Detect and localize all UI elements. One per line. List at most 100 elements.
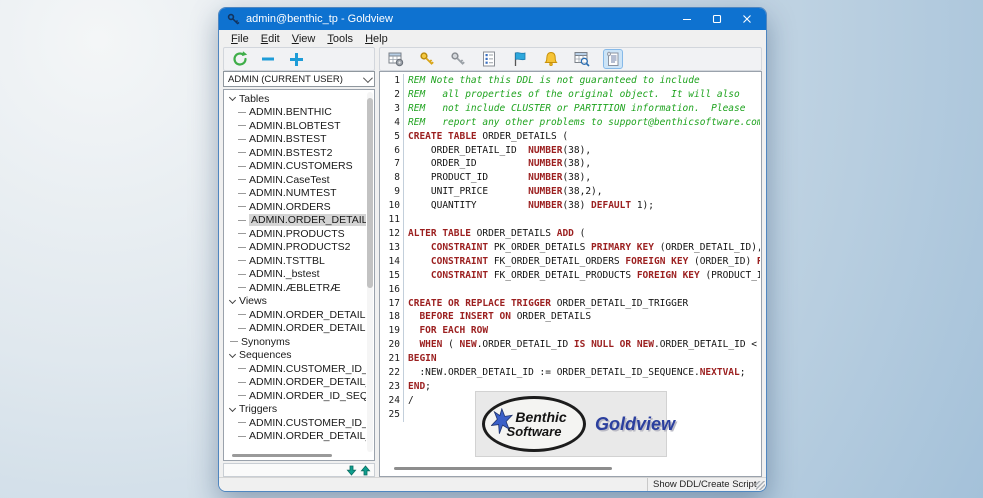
- tree-item-admin-customer-id-seq[interactable]: ADMIN.CUSTOMER_ID_SEQ: [224, 362, 366, 376]
- code-line: 8 PRODUCT_ID NUMBER(38),: [380, 171, 760, 185]
- silver-key-icon[interactable]: [448, 49, 468, 69]
- statusbar-mode: Show DDL/Create Script: [647, 478, 766, 491]
- bell-icon[interactable]: [541, 49, 561, 69]
- tree-item-admin-order-details-vie[interactable]: ADMIN.ORDER_DETAILS_VIE: [224, 322, 366, 336]
- line-text: [404, 213, 414, 227]
- editor-horizontal-scrollbar[interactable]: [394, 467, 612, 470]
- line-text: WHEN ( NEW.ORDER_DETAIL_ID IS NULL OR NE…: [404, 338, 760, 352]
- close-button[interactable]: [732, 10, 762, 28]
- line-number: 1: [380, 74, 404, 88]
- line-number: 23: [380, 380, 404, 394]
- line-text: ORDER_DETAIL_ID NUMBER(38),: [404, 144, 591, 158]
- object-tree[interactable]: TablesADMIN.BENTHICADMIN.BLOBTESTADMIN.B…: [223, 89, 375, 461]
- tree-item-admin-order-detail-id-t[interactable]: ADMIN.ORDER_DETAIL_ID_T: [224, 430, 366, 444]
- tree-item-admin-bstest[interactable]: ADMIN._bstest: [224, 268, 366, 282]
- menu-item-file[interactable]: File: [225, 32, 255, 46]
- menubar: FileEditViewToolsHelp: [219, 30, 766, 47]
- tree-label: ADMIN.ORDER_DETAIL_ID_S: [249, 376, 366, 388]
- tree-group-tables[interactable]: Tables: [224, 92, 366, 106]
- line-text: END;: [404, 380, 431, 394]
- tree-group-sequences[interactable]: Sequences: [224, 349, 366, 363]
- tree-item-admin-customers[interactable]: ADMIN.CUSTOMERS: [224, 160, 366, 174]
- line-number: 16: [380, 283, 404, 297]
- tree-item-admin-blobtest[interactable]: ADMIN.BLOBTEST: [224, 119, 366, 133]
- tree-label: ADMIN.ORDER_DETAIL_ID_T: [249, 430, 366, 442]
- menu-item-edit[interactable]: Edit: [255, 32, 286, 46]
- line-text: ALTER TABLE ORDER_DETAILS ADD (: [404, 227, 585, 241]
- tree-item-admin-products2[interactable]: ADMIN.PRODUCTS2: [224, 241, 366, 255]
- tree-label: ADMIN.BSTEST: [249, 133, 327, 145]
- tree-item-admin-benthic[interactable]: ADMIN.BENTHIC: [224, 106, 366, 120]
- line-text: CONSTRAINT FK_ORDER_DETAIL_PRODUCTS FORE…: [404, 269, 760, 283]
- logo-product-name: Goldview: [595, 414, 675, 435]
- table-search-icon[interactable]: [572, 49, 592, 69]
- tree-line: [238, 274, 246, 275]
- toolbar: [219, 47, 766, 71]
- line-text: :NEW.ORDER_DETAIL_ID := ORDER_DETAIL_ID_…: [404, 366, 745, 380]
- tree-item-admin-bstest[interactable]: ADMIN.BSTEST: [224, 133, 366, 147]
- tree-item-admin-numtest[interactable]: ADMIN.NUMTEST: [224, 187, 366, 201]
- flag-icon[interactable]: [510, 49, 530, 69]
- schema-select[interactable]: ADMIN (CURRENT USER): [223, 71, 375, 87]
- maximize-button[interactable]: [702, 10, 732, 28]
- tree-label: Views: [239, 295, 267, 307]
- tree-item-admin-orders[interactable]: ADMIN.ORDERS: [224, 200, 366, 214]
- statusbar-text: Show DDL/Create Script: [653, 479, 756, 490]
- tree-item-admin-order-details-vie[interactable]: ADMIN.ORDER_DETAILS_VIE: [224, 308, 366, 322]
- line-number: 5: [380, 130, 404, 144]
- tree-group-synonyms[interactable]: Synonyms: [224, 335, 366, 349]
- tree-item-admin-order-id-sequen[interactable]: ADMIN.ORDER_ID_SEQUEN: [224, 389, 366, 403]
- tree-item-admin-order-detail-id-s[interactable]: ADMIN.ORDER_DETAIL_ID_S: [224, 376, 366, 390]
- minimize-button[interactable]: [672, 10, 702, 28]
- menu-item-tools[interactable]: Tools: [321, 32, 359, 46]
- checklist-icon[interactable]: [479, 49, 499, 69]
- code-line: 12ALTER TABLE ORDER_DETAILS ADD (: [380, 227, 760, 241]
- tree-group-views[interactable]: Views: [224, 295, 366, 309]
- benthic-logo: Benthic Software Goldview: [475, 391, 667, 457]
- code-line: 13 CONSTRAINT PK_ORDER_DETAILS PRIMARY K…: [380, 241, 760, 255]
- tree-item-admin-casetest[interactable]: ADMIN.CaseTest: [224, 173, 366, 187]
- tree-label: ADMIN.PRODUCTS: [249, 228, 345, 240]
- menu-item-view[interactable]: View: [286, 32, 322, 46]
- tree-rows: TablesADMIN.BENTHICADMIN.BLOBTESTADMIN.B…: [224, 92, 366, 443]
- titlebar[interactable]: admin@benthic_tp - Goldview: [219, 8, 766, 30]
- ddl-script-icon[interactable]: [603, 49, 623, 69]
- tree-label: ADMIN.CUSTOMER_ID_TRIG: [249, 417, 366, 429]
- gold-key-icon[interactable]: [417, 49, 437, 69]
- table-properties-icon[interactable]: [386, 49, 406, 69]
- tree-nav-strip: [223, 463, 375, 477]
- collapse-icon[interactable]: [258, 49, 278, 69]
- chevron-down-icon[interactable]: [229, 405, 236, 412]
- tree-item-admin-tsttbl[interactable]: ADMIN.TSTTBL: [224, 254, 366, 268]
- tree-line: [238, 395, 246, 396]
- tree-item-admin-bletr-[interactable]: ADMIN.ÆBLETRÆ: [224, 281, 366, 295]
- tree-vertical-scrollbar[interactable]: [367, 92, 373, 452]
- logo-brand-line2: Software: [507, 425, 562, 439]
- resize-grip-icon[interactable]: [756, 481, 765, 490]
- tree-line: [238, 220, 246, 221]
- menu-item-help[interactable]: Help: [359, 32, 394, 46]
- tree-group-triggers[interactable]: Triggers: [224, 403, 366, 417]
- expand-icon[interactable]: [286, 49, 306, 69]
- statusbar-left: [219, 478, 647, 491]
- tree-item-admin-order-details[interactable]: ADMIN.ORDER_DETAILS: [224, 214, 366, 228]
- arrow-up-button[interactable]: [360, 465, 371, 476]
- line-number: 15: [380, 269, 404, 283]
- tree-line: [238, 314, 246, 315]
- tree-horizontal-scrollbar[interactable]: [232, 454, 332, 457]
- tree-item-admin-products[interactable]: ADMIN.PRODUCTS: [224, 227, 366, 241]
- line-text: PRODUCT_ID NUMBER(38),: [404, 171, 591, 185]
- line-text: CONSTRAINT FK_ORDER_DETAIL_ORDERS FOREIG…: [404, 255, 760, 269]
- tree-label: Synonyms: [241, 336, 290, 348]
- line-text: ORDER_ID NUMBER(38),: [404, 157, 591, 171]
- tree-item-admin-customer-id-trig[interactable]: ADMIN.CUSTOMER_ID_TRIG: [224, 416, 366, 430]
- chevron-down-icon[interactable]: [229, 297, 236, 304]
- arrow-down-button[interactable]: [346, 465, 357, 476]
- ddl-editor[interactable]: 1REM Note that this DDL is not guarantee…: [379, 71, 762, 477]
- line-number: 9: [380, 185, 404, 199]
- code-line: 15 CONSTRAINT FK_ORDER_DETAIL_PRODUCTS F…: [380, 269, 760, 283]
- refresh-icon[interactable]: [230, 49, 250, 69]
- chevron-down-icon[interactable]: [229, 94, 236, 101]
- tree-item-admin-bstest2[interactable]: ADMIN.BSTEST2: [224, 146, 366, 160]
- chevron-down-icon[interactable]: [229, 351, 236, 358]
